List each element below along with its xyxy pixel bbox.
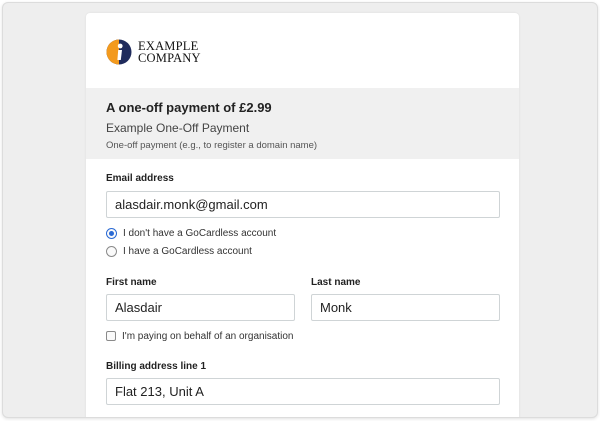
payment-form-card: EXAMPLE COMPANY A one-off payment of £2.… bbox=[86, 13, 519, 417]
payment-subtitle: One-off payment (e.g., to register a dom… bbox=[106, 140, 318, 151]
radio-no-account-button[interactable] bbox=[106, 227, 117, 239]
billing-line1-field[interactable]: Flat 213, Unit A bbox=[106, 378, 500, 405]
payment-summary: A one-off payment of £2.99 Example One-O… bbox=[86, 88, 519, 159]
company-logo-text: EXAMPLE COMPANY bbox=[138, 40, 201, 65]
company-logo-icon bbox=[106, 39, 132, 65]
radio-no-account[interactable]: I don't have a GoCardless account bbox=[106, 225, 500, 241]
name-row: First name Alasdair Last name Monk bbox=[106, 277, 500, 321]
organisation-checkbox[interactable] bbox=[106, 331, 116, 341]
radio-has-account-label: I have a GoCardless account bbox=[123, 245, 252, 257]
email-field[interactable]: alasdair.monk@gmail.com bbox=[106, 191, 500, 218]
radio-has-account[interactable]: I have a GoCardless account bbox=[106, 243, 500, 259]
billing-line1-value: Flat 213, Unit A bbox=[115, 384, 204, 399]
first-name-field[interactable]: Alasdair bbox=[106, 294, 295, 321]
first-name-group: First name Alasdair bbox=[106, 277, 295, 321]
first-name-label: First name bbox=[106, 277, 157, 288]
billing-line1-label: Billing address line 1 bbox=[106, 361, 207, 372]
radio-has-account-button[interactable] bbox=[106, 245, 117, 257]
organisation-option[interactable]: I'm paying on behalf of an organisation bbox=[106, 328, 500, 344]
logo-text-line2: COMPANY bbox=[138, 51, 201, 65]
payment-amount: A one-off payment of £2.99 bbox=[106, 100, 272, 115]
payment-title: Example One-Off Payment bbox=[106, 121, 250, 135]
payer-details-form: Email address alasdair.monk@gmail.com I … bbox=[106, 173, 500, 405]
radio-no-account-label: I don't have a GoCardless account bbox=[123, 227, 277, 239]
last-name-group: Last name Monk bbox=[311, 277, 500, 321]
organisation-label: I'm paying on behalf of an organisation bbox=[122, 330, 294, 342]
last-name-value: Monk bbox=[320, 300, 352, 315]
browser-viewport: EXAMPLE COMPANY A one-off payment of £2.… bbox=[2, 2, 598, 418]
company-logo: EXAMPLE COMPANY bbox=[106, 37, 201, 67]
email-label: Email address bbox=[106, 173, 174, 184]
last-name-field[interactable]: Monk bbox=[311, 294, 500, 321]
last-name-label: Last name bbox=[311, 277, 361, 288]
email-value: alasdair.monk@gmail.com bbox=[115, 197, 268, 212]
first-name-value: Alasdair bbox=[115, 300, 162, 315]
